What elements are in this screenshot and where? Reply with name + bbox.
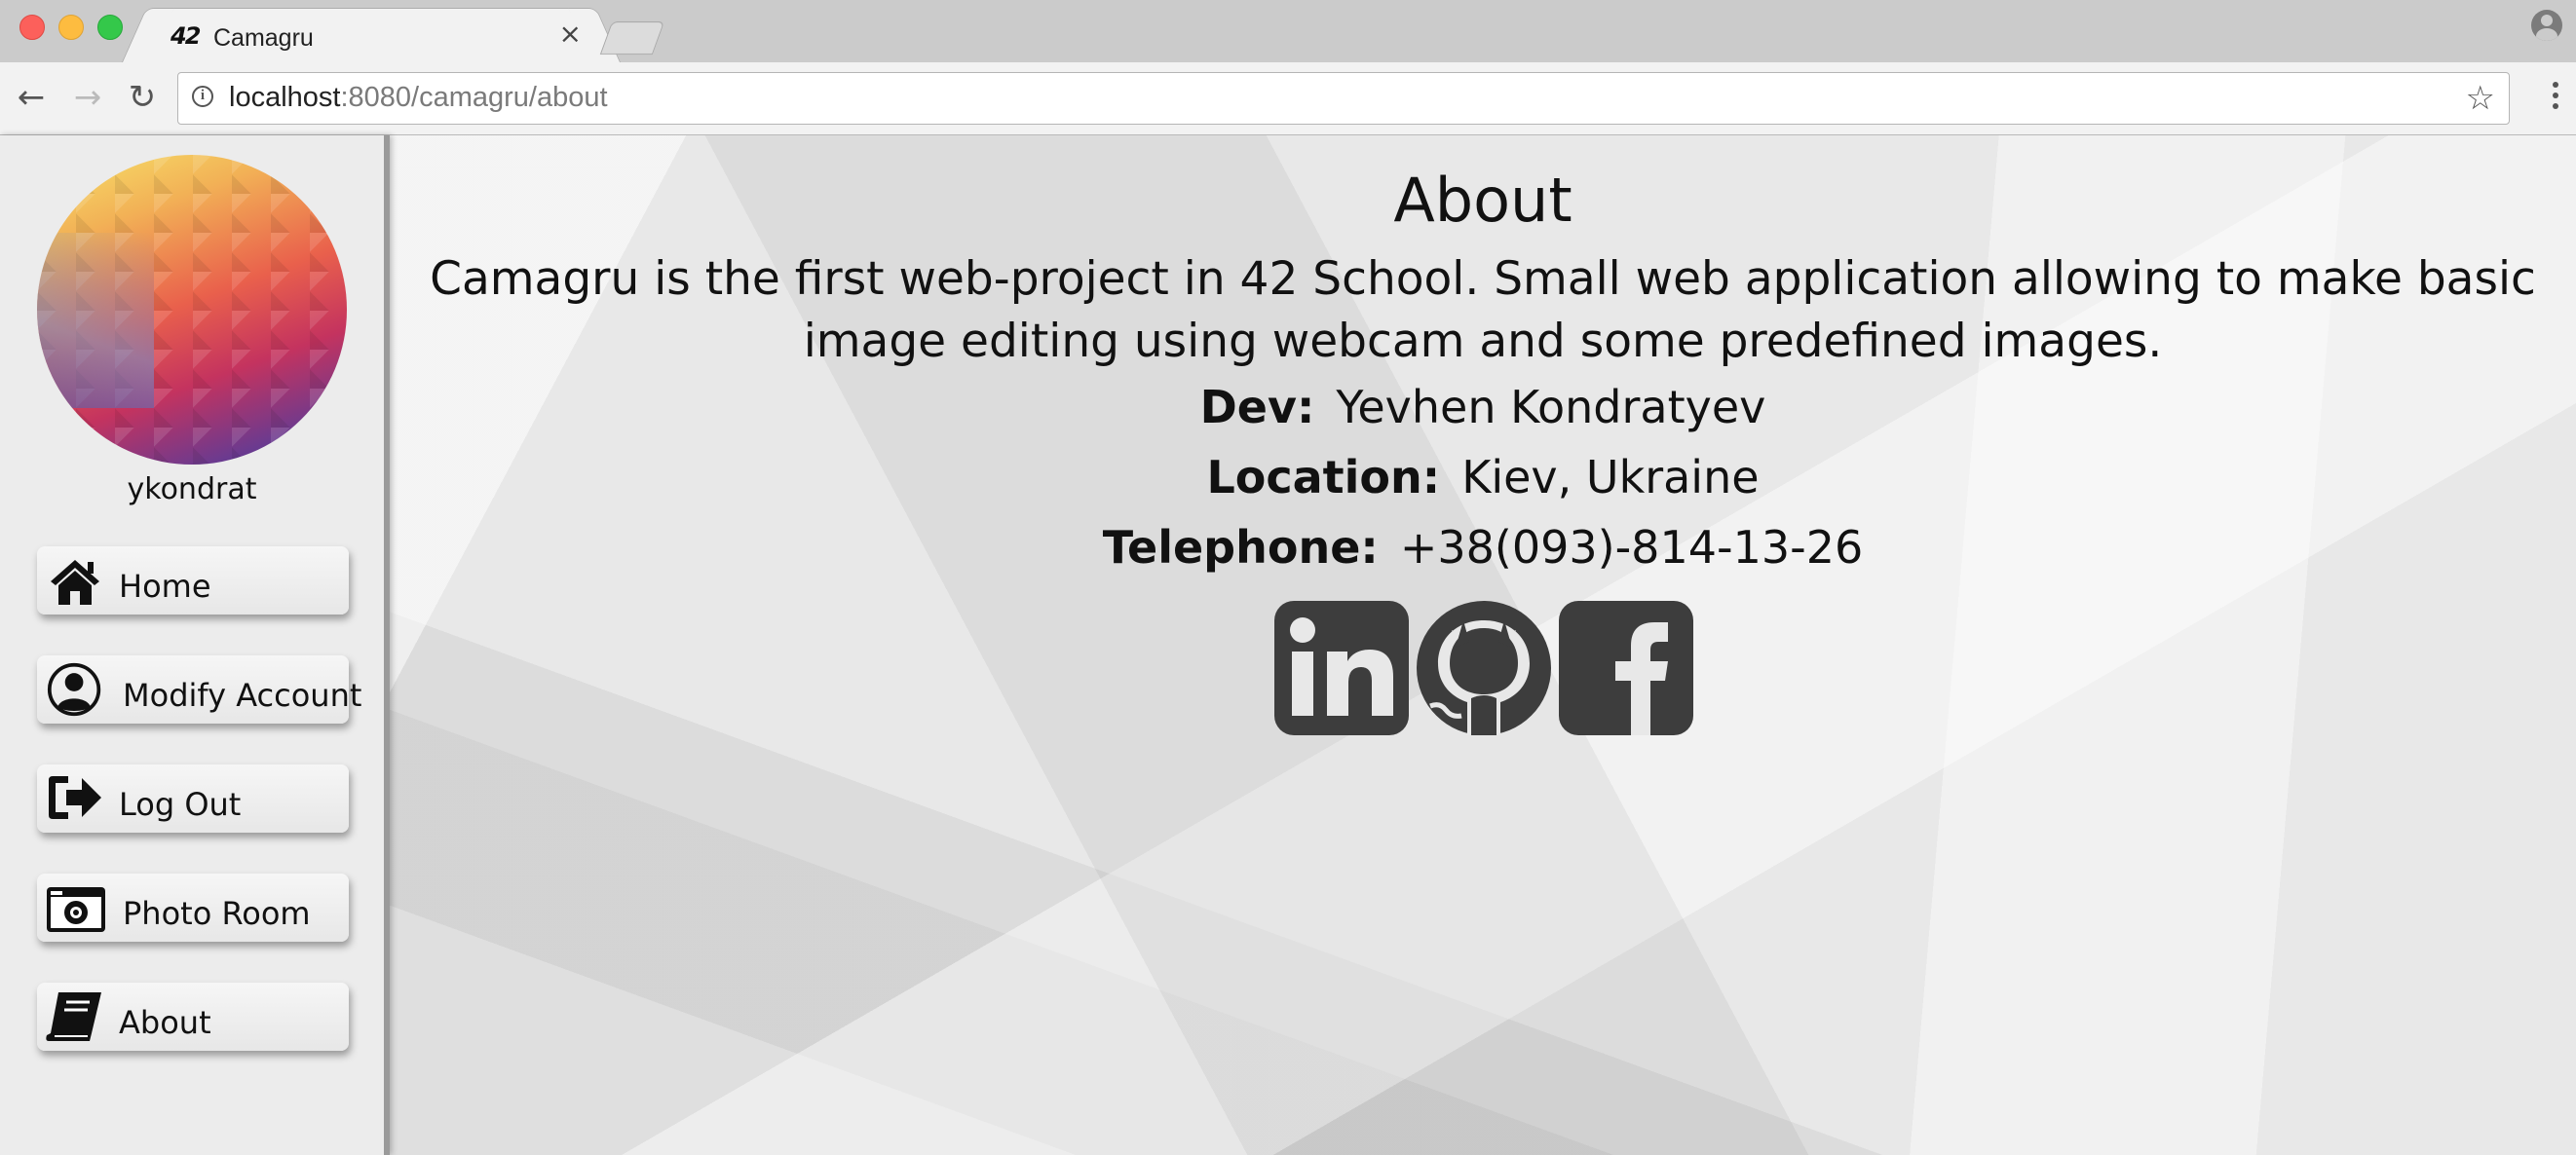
telephone-row: Telephone: +38(093)-814-13-26 <box>390 521 2576 574</box>
maximize-window-button[interactable] <box>97 15 123 40</box>
url-text[interactable]: localhost:8080/camagru/about <box>229 82 608 114</box>
sidebar-item-modify-account[interactable]: Modify Account <box>37 655 361 724</box>
sidebar: ykondrat Home Modify Account Log Out Pho… <box>0 135 390 1155</box>
page-title: About <box>1393 165 1572 236</box>
forward-arrow-icon[interactable]: → <box>66 78 109 117</box>
reload-icon[interactable]: ↻ <box>121 78 164 117</box>
linkedin-icon[interactable] <box>1274 601 1409 735</box>
sidebar-item-label: Log Out <box>119 786 242 823</box>
social-links <box>1274 601 1703 737</box>
favicon-42-icon: 42 <box>170 22 200 50</box>
sidebar-item-log-out[interactable]: Log Out <box>37 764 349 833</box>
close-window-button[interactable] <box>19 15 45 40</box>
sidebar-item-photo-room[interactable]: Photo Room <box>37 874 349 942</box>
profile-icon[interactable] <box>2531 10 2562 41</box>
location-label: Location: <box>1206 451 1441 503</box>
dev-label: Dev: <box>1199 381 1315 433</box>
book-icon <box>46 992 101 1041</box>
page-viewport: ykondrat Home Modify Account Log Out Pho… <box>0 135 2576 1155</box>
avatar <box>37 155 347 465</box>
telephone-value: +38(093)-814-13-26 <box>1399 521 1864 574</box>
tab-close-icon[interactable]: × <box>559 18 582 50</box>
sidebar-item-label: About <box>119 1004 211 1041</box>
location-value: Kiev, Ukraine <box>1461 451 1760 503</box>
address-bar[interactable]: i localhost:8080/camagru/about ☆ <box>177 72 2510 125</box>
github-icon[interactable] <box>1417 601 1551 735</box>
dev-value: Yevhen Kondratyev <box>1336 381 1766 433</box>
sidebar-item-label: Photo Room <box>123 895 311 932</box>
back-arrow-icon[interactable]: ← <box>10 78 53 117</box>
about-content: About Camagru is the first web-project i… <box>390 135 2576 1155</box>
menu-icon[interactable] <box>2553 82 2558 114</box>
sidebar-item-about[interactable]: About <box>37 983 349 1051</box>
sidebar-item-label: Home <box>119 568 211 605</box>
url-path: :8080/camagru/about <box>340 82 608 113</box>
user-icon <box>47 662 101 717</box>
info-icon[interactable]: i <box>192 86 213 107</box>
logout-icon <box>49 776 101 819</box>
url-host: localhost <box>229 82 341 113</box>
sidebar-item-label: Modify Account <box>123 677 362 714</box>
username: ykondrat <box>127 472 257 506</box>
about-description: Camagru is the first web-project in 42 S… <box>430 252 2536 368</box>
star-icon[interactable]: ☆ <box>2466 79 2495 118</box>
home-icon <box>51 560 99 605</box>
dev-row: Dev: Yevhen Kondratyev <box>390 381 2576 433</box>
camera-icon <box>47 887 105 932</box>
new-tab-button[interactable] <box>599 21 665 55</box>
browser-toolbar: ← → ↻ i localhost:8080/camagru/about ☆ <box>0 62 2576 135</box>
minimize-window-button[interactable] <box>58 15 84 40</box>
location-row: Location: Kiev, Ukraine <box>390 451 2576 503</box>
telephone-label: Telephone: <box>1102 521 1379 574</box>
tab-strip: 42 Camagru × <box>0 0 2576 63</box>
browser-tab-camagru[interactable]: 42 Camagru × <box>146 8 596 63</box>
tab-title: Camagru <box>213 24 314 52</box>
sidebar-item-home[interactable]: Home <box>37 546 349 615</box>
facebook-icon[interactable] <box>1559 601 1693 735</box>
